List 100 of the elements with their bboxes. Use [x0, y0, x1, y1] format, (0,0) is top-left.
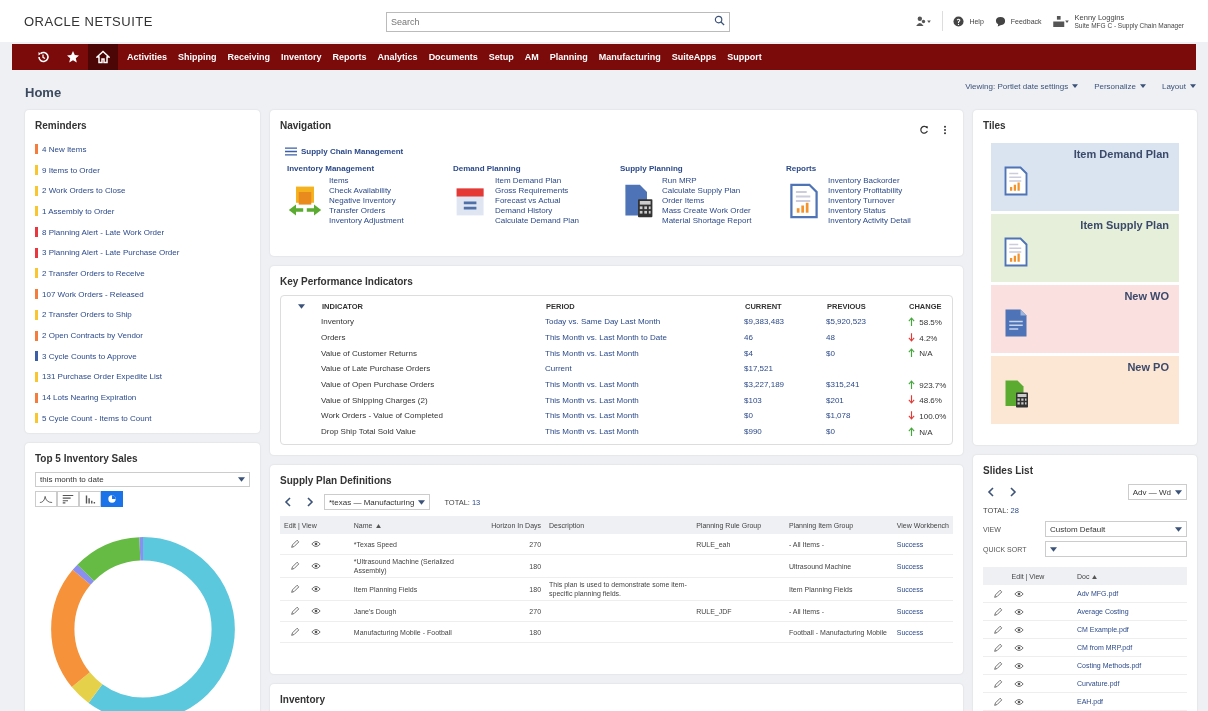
previous-value-link[interactable]: $5,920,523: [826, 317, 867, 327]
menu-item[interactable]: Support: [721, 52, 768, 62]
previous-icon[interactable]: [987, 487, 995, 497]
chart-type-button[interactable]: [101, 491, 123, 507]
section-link[interactable]: Supply Planning: [620, 164, 786, 173]
reminder-link[interactable]: 3 Planning Alert - Late Purchase Order: [42, 248, 180, 258]
menu-icon[interactable]: [285, 147, 297, 156]
reminder-link[interactable]: 9 Items to Order: [42, 165, 100, 175]
view-eye-icon[interactable]: [1014, 678, 1024, 689]
menu-item[interactable]: Activities: [118, 52, 173, 62]
view-eye-icon[interactable]: [311, 561, 321, 572]
chart-type-button[interactable]: [79, 491, 101, 507]
menu-item[interactable]: AM: [519, 52, 545, 62]
previous-value-link[interactable]: $201: [826, 395, 844, 405]
view-eye-icon[interactable]: [1014, 696, 1024, 707]
view-eye-icon[interactable]: [1014, 642, 1024, 653]
view-eye-icon[interactable]: [1014, 606, 1024, 617]
current-value-link[interactable]: $0: [744, 411, 753, 421]
menu-item[interactable]: Documents: [423, 52, 484, 62]
search-icon[interactable]: [714, 15, 725, 26]
menu-item[interactable]: Setup: [483, 52, 520, 62]
previous-value-link[interactable]: 48: [826, 333, 835, 343]
section-link[interactable]: Inventory Management: [287, 164, 453, 173]
view-eye-icon[interactable]: [1014, 660, 1024, 671]
navigation-link[interactable]: Inventory Adjustment: [329, 216, 404, 226]
navigation-link[interactable]: Demand History: [495, 206, 580, 216]
reminder-link[interactable]: 2 Open Contracts by Vendor: [42, 331, 143, 341]
menu-item[interactable]: Reports: [327, 52, 373, 62]
navigation-link[interactable]: Calculate Demand Plan: [495, 216, 580, 226]
reminder-link[interactable]: 5 Cycle Count - Items to Count: [42, 413, 152, 423]
page-action-menu[interactable]: Personalize: [1094, 81, 1146, 91]
center-link[interactable]: Supply Chain Management: [301, 147, 404, 156]
previous-icon[interactable]: [284, 497, 292, 507]
period-link[interactable]: This Month vs. Last Month to Date: [545, 333, 667, 343]
navigation-link[interactable]: Calculate Supply Plan: [662, 186, 752, 196]
shortcut-tile[interactable]: Item Demand Plan: [991, 143, 1179, 211]
chat-bubble-icon[interactable]: [994, 15, 1006, 27]
navigation-link[interactable]: Material Shortage Report: [662, 216, 752, 226]
reminder-link[interactable]: 2 Work Orders to Close: [42, 186, 126, 196]
previous-value-link[interactable]: $0: [826, 348, 835, 358]
navigation-link[interactable]: Item Demand Plan: [495, 176, 580, 186]
edit-pencil-icon[interactable]: [993, 660, 1003, 671]
navigation-link[interactable]: Negative Inventory: [329, 196, 404, 206]
period-link[interactable]: Today vs. Same Day Last Month: [545, 317, 661, 327]
edit-pencil-icon[interactable]: [993, 606, 1003, 617]
page-action-menu[interactable]: Viewing: Portlet date settings: [965, 81, 1079, 91]
menu-item[interactable]: SuiteApps: [666, 52, 722, 62]
next-icon[interactable]: [1009, 487, 1017, 497]
period-dropdown[interactable]: this month to date: [35, 472, 250, 487]
navigation-link[interactable]: Items: [329, 176, 404, 186]
current-value-link[interactable]: $103: [744, 395, 762, 405]
navigation-link[interactable]: Check Availability: [329, 186, 404, 196]
current-value-link[interactable]: $4: [744, 348, 753, 358]
reminder-link[interactable]: 1 Assembly to Order: [42, 206, 115, 216]
home-button[interactable]: [88, 44, 118, 70]
org-chart-dropdown-icon[interactable]: [1052, 15, 1070, 27]
shortcut-tile[interactable]: Item Supply Plan: [991, 214, 1179, 282]
view-eye-icon[interactable]: [311, 606, 321, 617]
menu-item[interactable]: Receiving: [222, 52, 276, 62]
view-eye-icon[interactable]: [1014, 624, 1024, 635]
navigation-link[interactable]: Transfer Orders: [329, 206, 404, 216]
chart-type-button[interactable]: [57, 491, 79, 507]
next-icon[interactable]: [306, 497, 314, 507]
search-field[interactable]: Search: [386, 12, 730, 32]
previous-value-link[interactable]: $1,078: [826, 411, 851, 421]
view-eye-icon[interactable]: [1014, 588, 1024, 599]
current-value-link[interactable]: $17,521: [744, 364, 773, 374]
collapse-caret-icon[interactable]: [297, 303, 305, 309]
people-dropdown-icon[interactable]: [915, 15, 933, 27]
edit-pencil-icon[interactable]: [993, 696, 1003, 707]
edit-pencil-icon[interactable]: [993, 624, 1003, 635]
reminder-link[interactable]: 107 Work Orders - Released: [42, 289, 144, 299]
more-options-icon[interactable]: [943, 124, 947, 135]
logo[interactable]: ORACLE NETSUITE: [24, 13, 386, 29]
reminder-link[interactable]: 14 Lots Nearing Expiration: [42, 393, 137, 403]
edit-pencil-icon[interactable]: [290, 539, 300, 550]
navigation-link[interactable]: Order Items: [662, 196, 752, 206]
navigation-link[interactable]: Inventory Turnover: [828, 196, 911, 206]
navigation-link[interactable]: Inventory Activity Detail: [828, 216, 911, 226]
current-value-link[interactable]: 46: [744, 333, 753, 343]
view-eye-icon[interactable]: [311, 539, 321, 550]
current-value-link[interactable]: $990: [744, 427, 762, 437]
period-link[interactable]: This Month vs. Last Month: [545, 380, 639, 390]
reminder-link[interactable]: 131 Purchase Order Expedite List: [42, 372, 163, 382]
edit-pencil-icon[interactable]: [993, 588, 1003, 599]
reminder-link[interactable]: 2 Transfer Orders to Receive: [42, 268, 145, 278]
navigation-link[interactable]: Gross Requirements: [495, 186, 580, 196]
page-action-menu[interactable]: Layout: [1161, 81, 1196, 91]
menu-item[interactable]: Inventory: [275, 52, 328, 62]
navigation-link[interactable]: Inventory Status: [828, 206, 911, 216]
period-link[interactable]: This Month vs. Last Month: [545, 427, 639, 437]
refresh-icon[interactable]: [919, 124, 929, 135]
reminder-link[interactable]: 2 Transfer Orders to Ship: [42, 310, 132, 320]
reminder-link[interactable]: 8 Planning Alert - Late Work Order: [42, 227, 165, 237]
period-link[interactable]: This Month vs. Last Month: [545, 411, 639, 421]
edit-pencil-icon[interactable]: [290, 627, 300, 638]
navigation-link[interactable]: Inventory Backorder: [828, 176, 911, 186]
shortcut-tile[interactable]: New PO: [991, 356, 1179, 424]
section-link[interactable]: Reports: [786, 164, 946, 173]
section-link[interactable]: Demand Planning: [453, 164, 620, 173]
